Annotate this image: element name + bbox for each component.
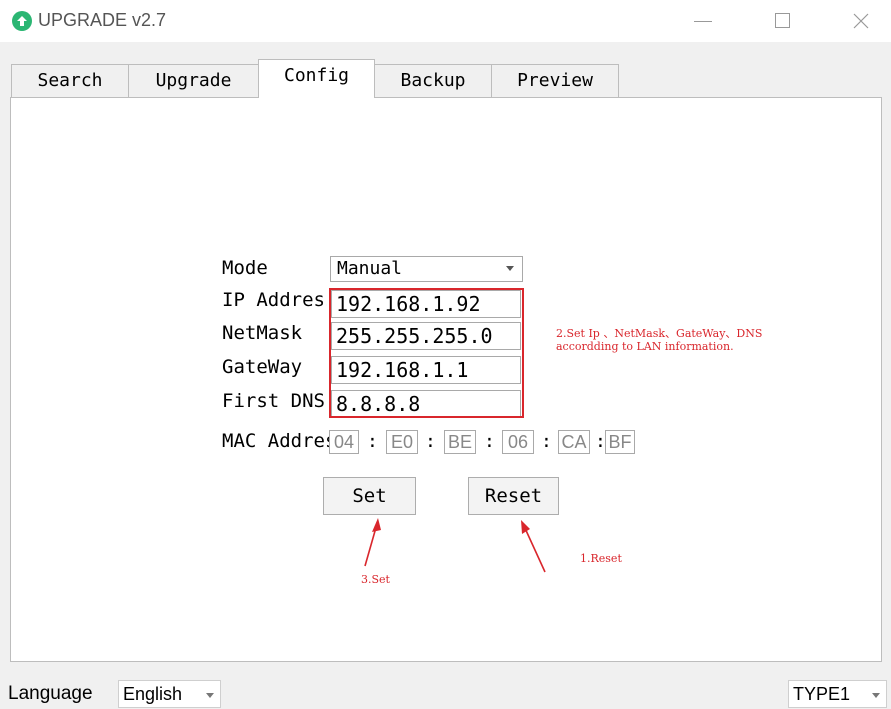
annotation-arrows <box>364 518 546 573</box>
reset-arrow-icon <box>521 520 546 573</box>
set-arrow-icon <box>364 518 381 567</box>
